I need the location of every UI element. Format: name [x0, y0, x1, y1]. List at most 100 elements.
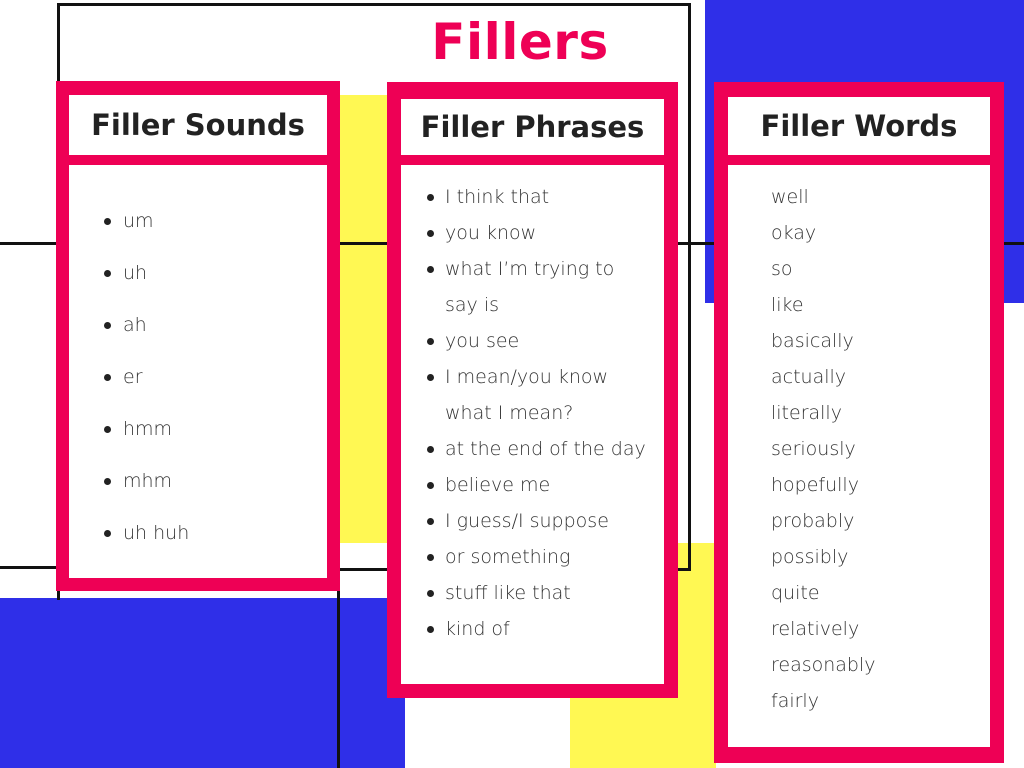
- list-item: fairly: [728, 683, 981, 719]
- list-item: mhm: [69, 455, 323, 507]
- list-item-text: I think that: [445, 186, 550, 208]
- bullet-icon: [104, 218, 111, 225]
- list-item-text: believe me: [445, 474, 551, 496]
- list-item-text: okay: [771, 222, 817, 244]
- list-item: you know: [401, 215, 650, 251]
- list-item-text: you see: [445, 330, 520, 352]
- list-item: um: [69, 195, 323, 247]
- list-item-text: mhm: [123, 470, 173, 492]
- list-item: or something: [401, 539, 650, 575]
- list-item: what I’m trying to say is: [401, 251, 650, 323]
- list-item-text: literally: [771, 402, 842, 424]
- list-item-text: kind of: [445, 618, 510, 640]
- bullet-icon: [104, 530, 111, 537]
- bullet-icon: [104, 478, 111, 485]
- list-item: you see: [401, 323, 650, 359]
- bullet-icon: [427, 374, 434, 381]
- list-item-text: fairly: [771, 690, 819, 712]
- list-item: actually: [728, 359, 981, 395]
- bullet-icon: [104, 374, 111, 381]
- list-item-text: possibly: [771, 546, 849, 568]
- list-item: er: [69, 351, 323, 403]
- card-filler-sounds: Filler Sounds um uh ah er hmm mhm uh huh: [56, 81, 340, 591]
- bullet-icon: [427, 338, 434, 345]
- page-title: Fillers: [431, 13, 609, 71]
- card-body: I think that you know what I’m trying to s…: [401, 165, 664, 684]
- list-item-text: er: [123, 366, 143, 388]
- list-item: reasonably: [728, 647, 981, 683]
- list-item: hopefully: [728, 467, 981, 503]
- card-heading: Filler Words: [728, 97, 990, 155]
- bullet-icon: [427, 266, 434, 273]
- list-item-text: at the end of the day: [445, 438, 646, 460]
- filler-words-list: well okay so like basically actually literally…: [728, 165, 990, 719]
- list-item-text: basically: [771, 330, 854, 352]
- list-item: well: [728, 179, 981, 215]
- list-item-text: what I’m trying to say is: [445, 258, 615, 316]
- list-item-text: hmm: [123, 418, 173, 440]
- bullet-icon: [427, 554, 434, 561]
- list-item-text: like: [771, 294, 804, 316]
- list-item: okay: [728, 215, 981, 251]
- bullet-icon: [427, 518, 434, 525]
- list-item-text: I mean/you know what I mean?: [445, 366, 609, 424]
- list-item-text: hopefully: [771, 474, 859, 496]
- list-item: stuff like that: [401, 575, 650, 611]
- blue-block-bottom-left: [0, 598, 405, 768]
- card-filler-words: Filler Words well okay so like basically actu…: [714, 82, 1004, 763]
- list-item-text: um: [123, 210, 154, 232]
- list-item-text: I guess/I suppose: [445, 510, 609, 532]
- list-item: hmm: [69, 403, 323, 455]
- list-item-text: or something: [445, 546, 571, 568]
- list-item: like: [728, 287, 981, 323]
- card-filler-phrases: Filler Phrases I think that you know what …: [387, 82, 678, 698]
- list-item-text: uh huh: [123, 522, 190, 544]
- horizontal-rule-lower: [0, 566, 60, 569]
- list-item: kind of: [401, 611, 650, 647]
- list-item: possibly: [728, 539, 981, 575]
- list-item: believe me: [401, 467, 650, 503]
- list-item-text: you know: [445, 222, 537, 244]
- list-item: probably: [728, 503, 981, 539]
- list-item-text: well: [771, 186, 809, 208]
- card-body: um uh ah er hmm mhm uh huh: [69, 165, 327, 578]
- bullet-icon: [427, 482, 434, 489]
- card-heading: Filler Phrases: [401, 99, 664, 155]
- vertical-rule-bottom: [337, 590, 340, 768]
- list-item-text: so: [771, 258, 793, 280]
- list-item: so: [728, 251, 981, 287]
- list-item: I guess/I suppose: [401, 503, 650, 539]
- list-item-text: ah: [123, 314, 147, 336]
- filler-phrases-list: I think that you know what I’m trying to s…: [401, 165, 664, 647]
- list-item-text: relatively: [771, 618, 860, 640]
- list-item: ah: [69, 299, 323, 351]
- bullet-icon: [427, 230, 434, 237]
- bullet-icon: [427, 590, 434, 597]
- list-item: basically: [728, 323, 981, 359]
- list-item-text: probably: [771, 510, 855, 532]
- bullet-icon: [427, 446, 434, 453]
- bullet-icon: [427, 194, 434, 201]
- list-item-text: reasonably: [771, 654, 876, 676]
- list-item: seriously: [728, 431, 981, 467]
- list-item-text: actually: [771, 366, 847, 388]
- list-item: relatively: [728, 611, 981, 647]
- list-item: uh: [69, 247, 323, 299]
- filler-sounds-list: um uh ah er hmm mhm uh huh: [69, 165, 327, 559]
- card-heading: Filler Sounds: [69, 95, 327, 155]
- bullet-icon: [104, 270, 111, 277]
- bullet-icon: [104, 322, 111, 329]
- bullet-icon: [104, 426, 111, 433]
- list-item-text: quite: [771, 582, 820, 604]
- list-item: I think that: [401, 179, 650, 215]
- list-item: uh huh: [69, 507, 323, 559]
- list-item: quite: [728, 575, 981, 611]
- list-item: I mean/you know what I mean?: [401, 359, 650, 431]
- list-item: literally: [728, 395, 981, 431]
- list-item-text: stuff like that: [445, 582, 571, 604]
- list-item: at the end of the day: [401, 431, 650, 467]
- bullet-icon: [427, 626, 434, 633]
- card-body: well okay so like basically actually literally…: [728, 165, 990, 747]
- list-item-text: seriously: [771, 438, 856, 460]
- list-item-text: uh: [123, 262, 148, 284]
